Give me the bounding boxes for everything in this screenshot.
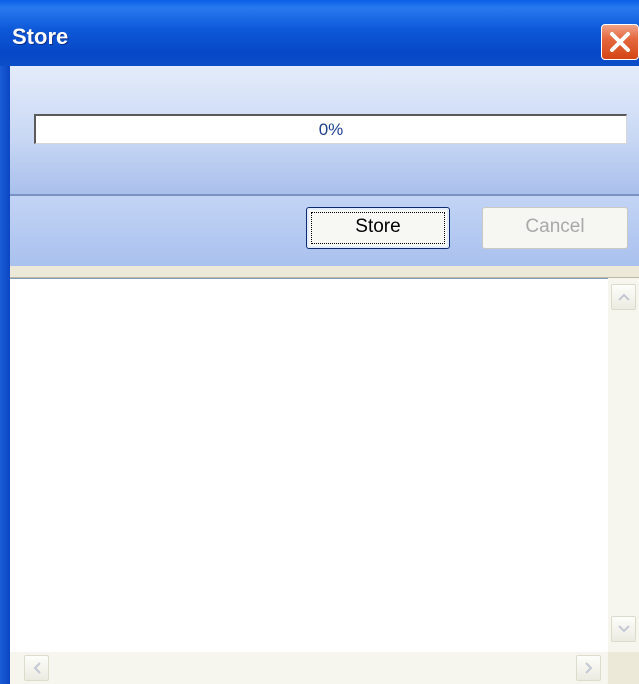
title-bar[interactable]: Store xyxy=(0,0,639,66)
button-panel: Store Cancel xyxy=(10,196,639,266)
progress-panel: 0% xyxy=(10,66,639,194)
progress-bar: 0% xyxy=(34,114,627,144)
log-text-area[interactable] xyxy=(10,278,608,652)
chevron-right-icon xyxy=(584,662,592,674)
scroll-down-button[interactable] xyxy=(611,616,636,642)
progress-label: 0% xyxy=(318,120,344,139)
close-icon xyxy=(610,32,630,52)
scroll-right-button[interactable] xyxy=(576,655,601,681)
window-title: Store xyxy=(12,24,69,49)
focus-rectangle xyxy=(311,212,445,244)
close-button[interactable] xyxy=(601,24,639,60)
vertical-scrollbar[interactable] xyxy=(608,278,639,652)
store-button[interactable]: Store xyxy=(306,207,450,249)
cancel-button[interactable]: Cancel xyxy=(482,207,628,249)
scroll-left-button[interactable] xyxy=(24,655,49,681)
scrollbar-corner xyxy=(608,652,639,684)
window-frame xyxy=(0,66,10,684)
splitter-handle[interactable] xyxy=(10,266,639,278)
scroll-up-button[interactable] xyxy=(611,284,636,310)
store-dialog: Store 0% Store Cancel xyxy=(0,0,639,684)
horizontal-scrollbar[interactable] xyxy=(10,652,608,684)
chevron-left-icon xyxy=(33,662,41,674)
chevron-up-icon xyxy=(617,293,630,301)
chevron-down-icon xyxy=(617,625,630,633)
cancel-button-label: Cancel xyxy=(525,216,585,237)
